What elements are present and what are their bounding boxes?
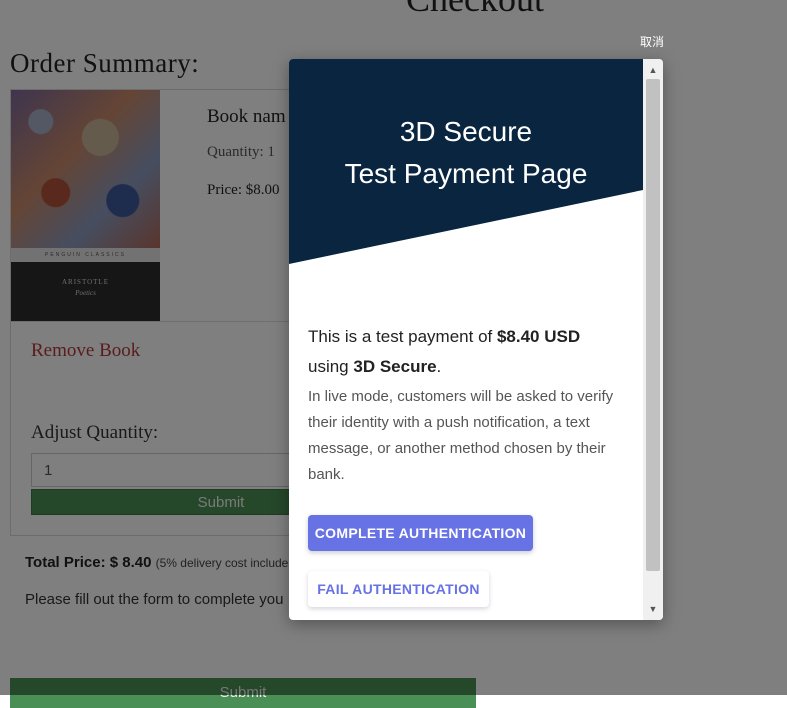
modal-scrollbar[interactable]: ▲ ▼	[643, 59, 663, 620]
lead-suffix: .	[436, 357, 442, 376]
live-mode-explanation: In live mode, customers will be asked to…	[308, 388, 614, 483]
scroll-down-icon[interactable]: ▼	[643, 600, 663, 618]
fail-authentication-button[interactable]: FAIL AUTHENTICATION	[308, 571, 489, 607]
scroll-thumb[interactable]	[646, 79, 660, 571]
hero-title-line1: 3D Secure	[399, 116, 533, 147]
hero-title-line2: Test Payment Page	[344, 158, 588, 189]
payment-modal: 3D Secure Test Payment Page This is a te…	[289, 59, 663, 620]
hero-title: 3D Secure Test Payment Page	[289, 111, 643, 195]
cancel-link[interactable]: 取消	[640, 33, 664, 50]
lead-mid: using	[308, 357, 354, 376]
payment-method: 3D Secure	[353, 357, 437, 376]
lead-prefix: This is a test payment of	[308, 327, 497, 346]
complete-authentication-button[interactable]: COMPLETE AUTHENTICATION	[308, 515, 533, 551]
payment-summary: This is a test payment of $8.40 USD using…	[308, 322, 628, 382]
payment-amount: $8.40 USD	[496, 327, 581, 346]
scroll-up-icon[interactable]: ▲	[643, 61, 663, 79]
modal-body: This is a test payment of $8.40 USD using…	[308, 322, 628, 488]
